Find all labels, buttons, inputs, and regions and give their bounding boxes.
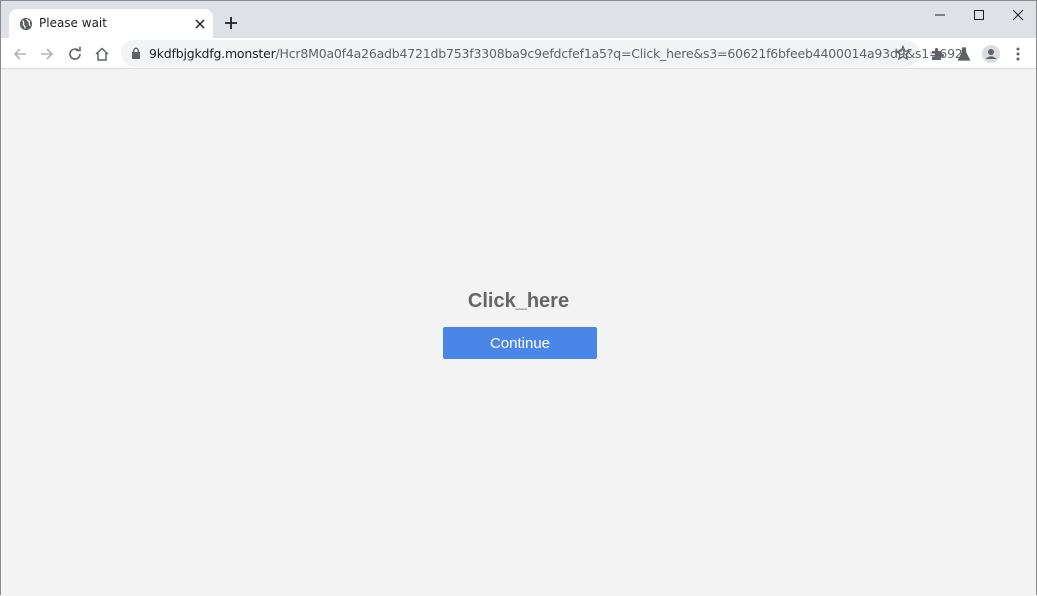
lock-icon	[132, 47, 140, 59]
plus-icon	[225, 17, 237, 29]
browser-toolbar: 9kdfbjgkdfg.monster/Hcr8M0a0f4a26adb4721…	[1, 38, 1036, 69]
back-icon	[13, 48, 26, 60]
minimize-icon	[935, 14, 945, 16]
page-heading: Click_here	[467, 290, 570, 312]
url-text[interactable]: 9kdfbjgkdfg.monster/Hcr8M0a0f4a26adb4721…	[149, 46, 963, 61]
reload-button[interactable]	[64, 43, 86, 65]
home-button[interactable]	[91, 43, 113, 65]
reload-icon	[69, 46, 81, 60]
menu-button[interactable]	[1007, 43, 1029, 65]
forward-button[interactable]	[36, 43, 58, 65]
browser-window: Please wait 9kdfbjgkdfg.monster/Hcr8M0a0…	[0, 0, 1037, 596]
tab-title: Please wait	[39, 16, 107, 30]
new-tab-button[interactable]	[221, 13, 241, 33]
tab-close-icon[interactable]	[192, 16, 208, 32]
tab-please-wait[interactable]: Please wait	[9, 9, 213, 38]
globe-icon	[19, 17, 33, 31]
maximize-button[interactable]	[960, 1, 998, 29]
minimize-button[interactable]	[921, 1, 959, 29]
labs-icon	[957, 47, 971, 61]
menu-icon	[1016, 47, 1020, 61]
url-path: /Hcr8M0a0f4a26adb4721db753f3308ba9c9efdc…	[275, 46, 963, 61]
profile-button[interactable]	[980, 43, 1002, 65]
url-host: 9kdfbjgkdfg.monster	[149, 46, 276, 61]
close-window-button[interactable]	[999, 1, 1037, 29]
extensions-button[interactable]	[926, 43, 948, 65]
address-bar[interactable]: 9kdfbjgkdfg.monster/Hcr8M0a0f4a26adb4721…	[121, 40, 963, 67]
labs-button[interactable]	[953, 43, 975, 65]
maximize-icon	[974, 10, 984, 20]
star-icon[interactable]	[895, 45, 911, 61]
continue-button[interactable]: Continue	[443, 327, 597, 359]
extensions-icon	[932, 48, 944, 60]
tab-strip: Please wait	[1, 1, 1036, 38]
forward-icon	[41, 48, 54, 60]
profile-icon	[982, 45, 1000, 63]
home-icon	[95, 47, 109, 61]
back-button[interactable]	[9, 43, 31, 65]
page-content: Click_here Continue	[1, 69, 1036, 596]
close-icon	[1012, 9, 1024, 21]
